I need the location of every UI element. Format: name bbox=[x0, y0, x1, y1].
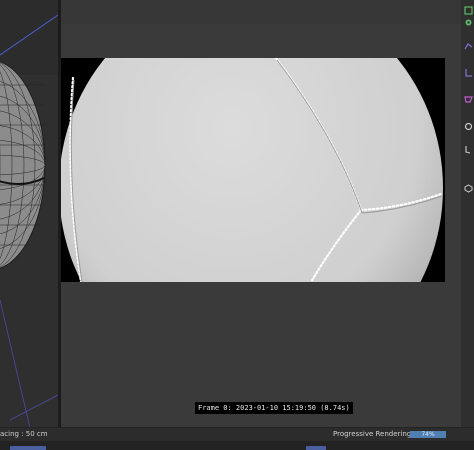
deformer-icon[interactable] bbox=[463, 66, 473, 78]
hexagon-icon[interactable] bbox=[463, 182, 473, 194]
cube-icon[interactable] bbox=[463, 4, 473, 16]
grid-spacing-label: acing : 50 cm bbox=[0, 430, 48, 438]
render-progress-label: 74% bbox=[421, 431, 435, 438]
gear-icon[interactable] bbox=[463, 16, 473, 28]
render-image bbox=[61, 58, 445, 282]
camera-icon[interactable] bbox=[463, 143, 473, 155]
frame-info-label: Frame 0: 2023-01-10 15:19:50 (8.74s) bbox=[195, 402, 353, 414]
tag-icon[interactable] bbox=[463, 120, 473, 132]
viewport-panel[interactable] bbox=[0, 0, 58, 428]
render-view-panel[interactable]: Frame 0: 2023-01-10 15:19:50 (8.74s) bbox=[61, 0, 461, 440]
wireframe-sphere bbox=[0, 0, 58, 428]
bottom-tab-1[interactable] bbox=[10, 446, 46, 450]
render-progress-bar: 74% bbox=[410, 431, 446, 438]
right-toolbar bbox=[461, 0, 474, 440]
bottom-tab-2[interactable] bbox=[306, 446, 326, 450]
spline-icon[interactable] bbox=[463, 40, 473, 52]
render-view-header bbox=[61, 0, 461, 24]
status-bar: acing : 50 cm Progressive Rendering... 7… bbox=[0, 427, 474, 441]
effector-icon[interactable] bbox=[463, 93, 473, 105]
bottom-tab-strip bbox=[0, 441, 474, 450]
rendering-status-text: Progressive Rendering... bbox=[333, 430, 418, 438]
